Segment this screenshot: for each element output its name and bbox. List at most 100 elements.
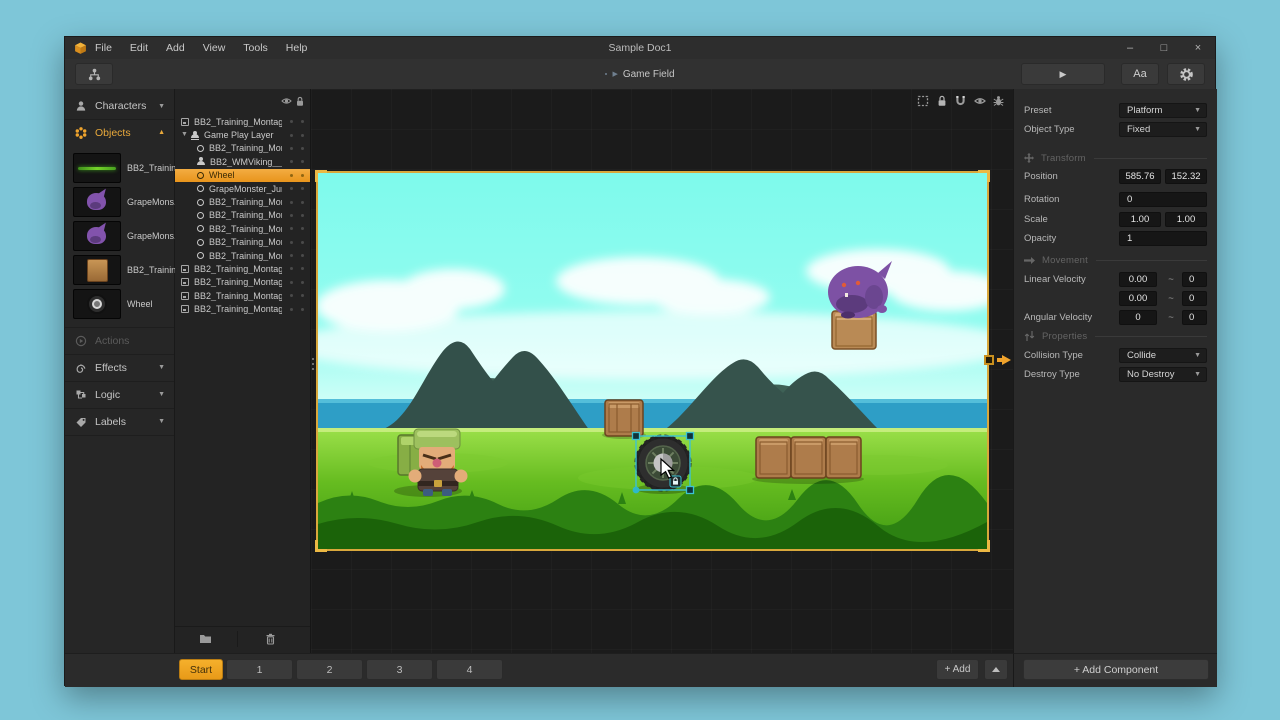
- layer-toggle-dots[interactable]: [282, 213, 310, 217]
- visibility-eye-icon[interactable]: [281, 96, 292, 106]
- layer-row[interactable]: ▼ BB2_Training_Monta...: [175, 195, 310, 208]
- object-type-dropdown[interactable]: Fixed ▼: [1119, 121, 1207, 137]
- object-ring-icon: [197, 171, 204, 179]
- selection-frame-icon[interactable]: [916, 94, 929, 107]
- asset-item[interactable]: GrapeMons...: [65, 219, 175, 253]
- layer-row[interactable]: ▼ BB2_WMViking__00...: [175, 155, 310, 168]
- menu-item[interactable]: View: [203, 42, 226, 54]
- linear-velocity-x-max-input[interactable]: 0: [1182, 271, 1207, 287]
- asset-item[interactable]: GrapeMons...: [65, 185, 175, 219]
- trash-icon[interactable]: [265, 633, 276, 645]
- angular-velocity-input[interactable]: 0: [1119, 309, 1157, 325]
- scene-tab[interactable]: 4: [436, 659, 503, 680]
- sidebar-section-labels[interactable]: Labels ▼: [65, 408, 174, 434]
- font-settings-button[interactable]: Aa: [1121, 63, 1159, 85]
- opacity-input[interactable]: 1: [1119, 230, 1207, 246]
- expand-chevron-icon[interactable]: ▼: [181, 130, 191, 140]
- scene-tab[interactable]: Start: [179, 659, 223, 680]
- layer-toggle-dots[interactable]: [282, 227, 310, 231]
- linear-velocity-y-input[interactable]: 0.00: [1119, 290, 1157, 306]
- sidebar-section-objects[interactable]: Objects ▲: [65, 119, 174, 145]
- lock-icon[interactable]: [935, 94, 948, 107]
- add-scene-button[interactable]: + Add: [936, 659, 979, 680]
- layer-row[interactable]: ▼ BB2_Training_Montage...: [175, 289, 310, 302]
- layer-row[interactable]: ▼ BB2_Training_Monta...: [175, 142, 310, 155]
- linear-velocity-x-input[interactable]: 0.00: [1119, 271, 1157, 287]
- menu-item[interactable]: Help: [286, 42, 308, 54]
- settings-button[interactable]: [1167, 63, 1205, 85]
- add-component-button[interactable]: + Add Component: [1023, 659, 1209, 680]
- scene-tab[interactable]: 1: [226, 659, 293, 680]
- layer-row[interactable]: ▼ GrapeMonster_Jum...: [175, 182, 310, 195]
- minimize-button[interactable]: –: [1113, 37, 1147, 59]
- rotation-input[interactable]: 0: [1119, 191, 1207, 207]
- layer-row[interactable]: ▼ BB2_Training_Montage...: [175, 302, 310, 315]
- layer-row[interactable]: ▼ BB2_Training_Montage...: [175, 115, 310, 128]
- sidebar-section-actions[interactable]: Actions: [65, 327, 174, 353]
- menu-item[interactable]: Add: [166, 42, 185, 54]
- layer-row[interactable]: ▼ Wheel: [175, 168, 310, 182]
- preset-dropdown[interactable]: Platform ▼: [1119, 102, 1207, 118]
- menu-item[interactable]: Edit: [130, 42, 148, 54]
- layer-toggle-dots[interactable]: [282, 254, 310, 258]
- scene-tab[interactable]: 3: [366, 659, 433, 680]
- layer-toggle-dots[interactable]: [282, 160, 310, 164]
- collision-type-dropdown[interactable]: Collide ▼: [1119, 347, 1207, 363]
- debug-bug-icon[interactable]: [992, 94, 1005, 107]
- asset-item[interactable]: BB2_Trainin...: [65, 253, 175, 287]
- scene-extend-arrow-icon[interactable]: [997, 355, 1011, 365]
- layer-toggle-dots[interactable]: [282, 187, 310, 191]
- folder-icon[interactable]: [199, 633, 212, 644]
- layer-toggle-dots[interactable]: [282, 307, 310, 311]
- layer-row[interactable]: ▼ BB2_Training_Monta...: [175, 249, 310, 262]
- panel-resize-handle[interactable]: [312, 355, 314, 373]
- asset-item[interactable]: BB2_Trainin...: [65, 151, 175, 185]
- sidebar-section-effects[interactable]: Effects ▼: [65, 354, 174, 380]
- layer-row[interactable]: ▼ BB2_Training_Montage...: [175, 276, 310, 289]
- scene-corner-handle[interactable]: [315, 540, 327, 552]
- layer-toggle-dots[interactable]: [282, 240, 310, 244]
- editor-canvas[interactable]: [311, 89, 1013, 653]
- scale-x-input[interactable]: 1.00: [1119, 211, 1161, 227]
- menu-item[interactable]: Tools: [243, 42, 268, 54]
- layer-row[interactable]: ▼ BB2_Training_Monta...: [175, 236, 310, 249]
- layer-toggle-dots[interactable]: [282, 200, 310, 204]
- object-ring-icon: [197, 198, 204, 206]
- layer-toggle-dots[interactable]: [282, 280, 310, 284]
- play-button[interactable]: ▶: [1021, 63, 1105, 85]
- magnet-snap-icon[interactable]: [954, 94, 967, 107]
- layer-row[interactable]: ▼ Game Play Layer: [175, 128, 310, 141]
- maximize-button[interactable]: □: [1147, 37, 1181, 59]
- visibility-eye-icon[interactable]: [973, 94, 986, 107]
- asset-item[interactable]: Wheel: [65, 287, 175, 321]
- angular-velocity-max-input[interactable]: 0: [1182, 309, 1207, 325]
- close-button[interactable]: ×: [1181, 37, 1215, 59]
- scale-y-input[interactable]: 1.00: [1165, 211, 1207, 227]
- layer-row[interactable]: ▼ BB2_Training_Monta...: [175, 222, 310, 235]
- sidebar-section-characters[interactable]: Characters ▼: [65, 93, 174, 119]
- scene-corner-handle[interactable]: [978, 540, 990, 552]
- scene-corner-handle[interactable]: [978, 170, 990, 182]
- lock-icon[interactable]: [295, 96, 305, 107]
- layer-row[interactable]: ▼ BB2_Training_Montage...: [175, 262, 310, 275]
- layer-toggle-dots[interactable]: [282, 133, 310, 137]
- position-x-input[interactable]: 585.76: [1119, 168, 1161, 184]
- menu-item[interactable]: File: [95, 42, 112, 54]
- layer-toggle-dots[interactable]: [282, 120, 310, 124]
- layer-toggle-dots[interactable]: [282, 267, 310, 271]
- linear-velocity-y-max-input[interactable]: 0: [1182, 290, 1207, 306]
- scene-tab[interactable]: 2: [296, 659, 363, 680]
- crate-row[interactable]: [752, 436, 864, 484]
- position-y-input[interactable]: 152.32: [1165, 168, 1207, 184]
- game-scene[interactable]: [315, 170, 1011, 552]
- scene-edge-handle[interactable]: [984, 355, 994, 365]
- sidebar-section-logic[interactable]: Logic ▼: [65, 381, 174, 407]
- layer-toggle-dots[interactable]: [282, 146, 310, 150]
- scale-label: Scale: [1024, 213, 1048, 225]
- destroy-type-dropdown[interactable]: No Destroy ▼: [1119, 366, 1207, 382]
- layer-toggle-dots[interactable]: [282, 294, 310, 298]
- expand-scenes-button[interactable]: [984, 659, 1008, 680]
- layer-toggle-dots[interactable]: [282, 173, 310, 177]
- layer-row[interactable]: ▼ BB2_Training_Monta...: [175, 209, 310, 222]
- scene-corner-handle[interactable]: [315, 170, 327, 182]
